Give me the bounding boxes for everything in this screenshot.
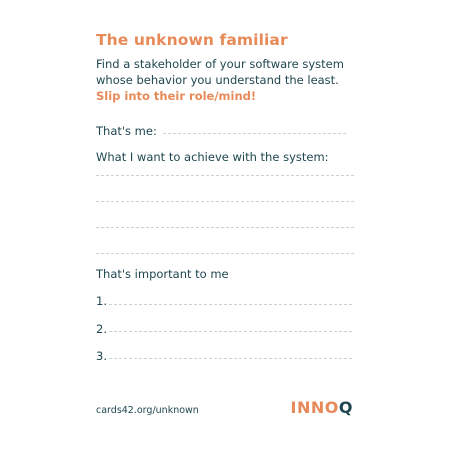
innoq-logo: INNOQ — [291, 398, 353, 417]
intro-line-2: whose behavior you understand the least. — [96, 73, 339, 87]
logo-part-2: Q — [338, 398, 353, 417]
intro-highlight: Slip into their role/mind! — [96, 89, 257, 103]
goal-line-2 — [96, 201, 354, 202]
logo-part-1: INNO — [290, 398, 339, 417]
item-number-3: 3. — [96, 349, 107, 363]
goal-line-1 — [96, 175, 354, 176]
important-label: That's important to me — [96, 267, 229, 281]
card-intro: Find a stakeholder of your software syst… — [96, 56, 344, 104]
card-title: The unknown familiar — [96, 31, 288, 49]
item-line-1 — [109, 304, 352, 305]
item-number-1: 1. — [96, 294, 107, 308]
footer-url: cards42.org/unknown — [96, 405, 199, 416]
goal-label: What I want to achieve with the system: — [96, 150, 329, 164]
intro-line-1: Find a stakeholder of your software syst… — [96, 57, 344, 71]
thats-me-line — [163, 133, 346, 134]
goal-line-4 — [96, 253, 354, 254]
item-line-3 — [109, 358, 352, 359]
thats-me-label: That's me: — [96, 124, 157, 138]
item-line-2 — [109, 331, 352, 332]
goal-line-3 — [96, 227, 354, 228]
item-number-2: 2. — [96, 322, 107, 336]
